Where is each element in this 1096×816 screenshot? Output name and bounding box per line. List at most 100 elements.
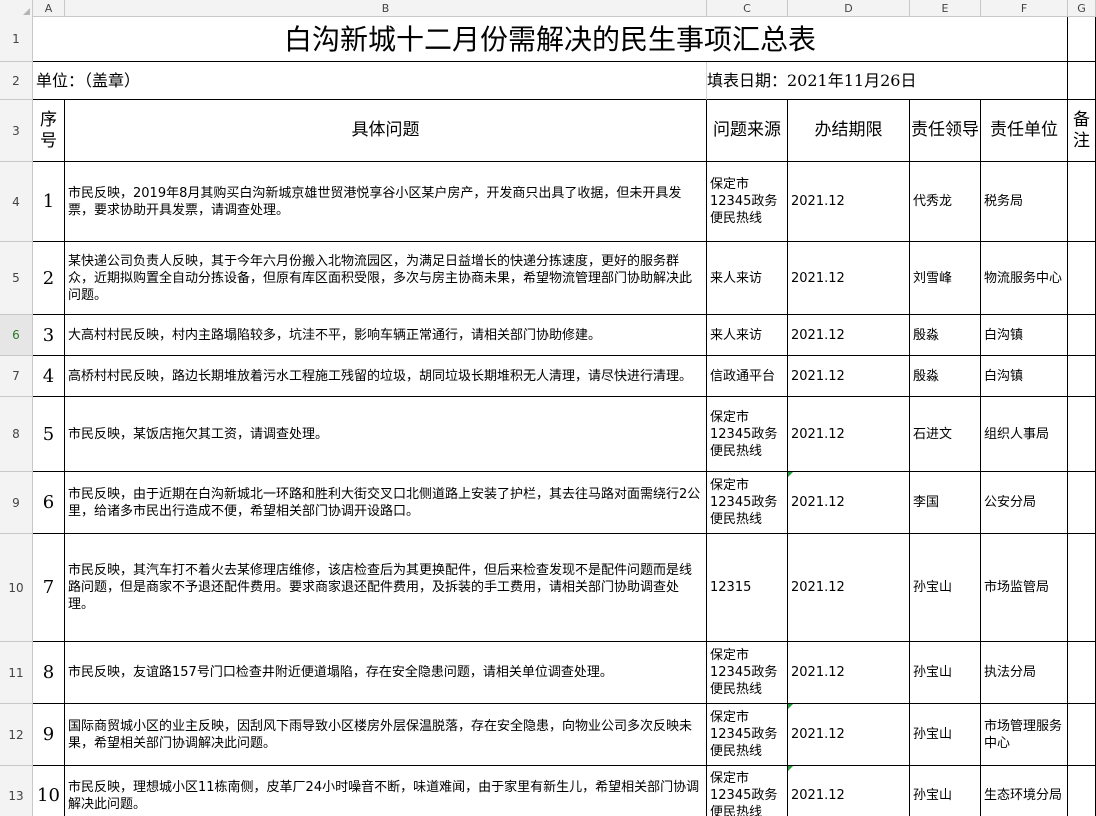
dept-cell[interactable]: 组织人事局 [981,397,1068,472]
note-cell[interactable] [1068,242,1096,315]
cell-g1[interactable] [1068,17,1096,62]
deadline-cell[interactable]: 2021.12 [788,534,910,642]
row-header-2[interactable]: 2 [0,62,33,100]
dept-cell[interactable]: 白沟镇 [981,315,1068,356]
row-header-4[interactable]: 4 [0,162,33,242]
source-cell[interactable]: 保定市12345政务便民热线 [707,642,788,704]
header-seq[interactable]: 序号 [33,100,65,162]
note-cell[interactable] [1068,534,1096,642]
row-header-8[interactable]: 8 [0,397,33,472]
note-cell[interactable] [1068,315,1096,356]
issue-cell[interactable]: 市民反映，由于近期在白沟新城北一环路和胜利大街交叉口北侧道路上安装了护栏，其去往… [65,472,707,534]
header-source[interactable]: 问题来源 [707,100,788,162]
leader-cell[interactable]: 孙宝山 [910,704,981,766]
header-dept[interactable]: 责任单位 [981,100,1068,162]
deadline-cell[interactable]: 2021.12 [788,356,910,397]
dept-cell[interactable]: 市场监管局 [981,534,1068,642]
row-header-6[interactable]: 6 [0,315,33,356]
dept-cell[interactable]: 公安分局 [981,472,1068,534]
dept-cell[interactable]: 市场管理服务中心 [981,704,1068,766]
row-header-3[interactable]: 3 [0,100,33,162]
issue-cell[interactable]: 某快递公司负责人反映，其于今年六月份搬入北物流园区，为满足日益增长的快递分拣速度… [65,242,707,315]
deadline-cell[interactable]: 2021.12 [788,315,910,356]
issue-cell[interactable]: 市民反映，2019年8月其购买白沟新城京雄世贸港悦享谷小区某户房产，开发商只出具… [65,162,707,242]
row-seq[interactable]: 6 [33,472,65,534]
row-header-1[interactable]: 1 [0,17,33,62]
issue-cell[interactable]: 高桥村村民反映，路边长期堆放着污水工程施工残留的垃圾，胡同垃圾长期堆积无人清理，… [65,356,707,397]
note-cell[interactable] [1068,356,1096,397]
deadline-cell[interactable]: 2021.12 [788,162,910,242]
issue-cell[interactable]: 市民反映，理想城小区11栋南侧，皮革厂24小时噪音不断，味道难闻，由于家里有新生… [65,766,707,816]
row-seq[interactable]: 1 [33,162,65,242]
source-cell[interactable]: 保定市12345政务便民热线 [707,704,788,766]
header-issue[interactable]: 具体问题 [65,100,707,162]
source-cell[interactable]: 来人来访 [707,315,788,356]
row-seq[interactable]: 3 [33,315,65,356]
source-cell[interactable]: 保定市12345政务便民热线 [707,162,788,242]
dept-cell[interactable]: 生态环境分局 [981,766,1068,816]
column-header-f[interactable]: F [981,0,1068,17]
header-leader[interactable]: 责任领导 [910,100,981,162]
dept-cell[interactable]: 执法分局 [981,642,1068,704]
fill-date-label[interactable]: 填表日期：2021年11月26日 [707,62,1068,100]
row-header-7[interactable]: 7 [0,356,33,397]
deadline-cell[interactable]: 2021.12 [788,642,910,704]
row-seq[interactable]: 8 [33,642,65,704]
deadline-cell[interactable]: 2021.12 [788,472,910,534]
deadline-cell[interactable]: 2021.12 [788,704,910,766]
leader-cell[interactable]: 孙宝山 [910,534,981,642]
note-cell[interactable] [1068,472,1096,534]
deadline-cell[interactable]: 2021.12 [788,397,910,472]
column-header-a[interactable]: A [33,0,65,17]
note-cell[interactable] [1068,766,1096,816]
leader-cell[interactable]: 殷淼 [910,356,981,397]
select-all-corner[interactable] [0,0,33,17]
source-cell[interactable]: 保定市12345政务便民热线 [707,472,788,534]
source-cell[interactable]: 保定市12345政务便民热线 [707,397,788,472]
issue-cell[interactable]: 市民反映，某饭店拖欠其工资，请调查处理。 [65,397,707,472]
row-seq[interactable]: 7 [33,534,65,642]
column-header-b[interactable]: B [65,0,707,17]
column-header-e[interactable]: E [910,0,981,17]
leader-cell[interactable]: 代秀龙 [910,162,981,242]
dept-cell[interactable]: 物流服务中心 [981,242,1068,315]
issue-cell[interactable]: 国际商贸城小区的业主反映，因刮风下雨导致小区楼房外层保温脱落，存在安全隐患，向物… [65,704,707,766]
dept-cell[interactable]: 税务局 [981,162,1068,242]
row-seq[interactable]: 10 [33,766,65,816]
deadline-cell[interactable]: 2021.12 [788,242,910,315]
row-header-12[interactable]: 12 [0,704,33,766]
header-deadline[interactable]: 办结期限 [788,100,910,162]
row-seq[interactable]: 5 [33,397,65,472]
source-cell[interactable]: 信政通平台 [707,356,788,397]
issue-cell[interactable]: 市民反映，友谊路157号门口检查井附近便道塌陷，存在安全隐患问题，请相关单位调查… [65,642,707,704]
column-header-d[interactable]: D [788,0,910,17]
header-note[interactable]: 备注 [1068,100,1096,162]
row-seq[interactable]: 9 [33,704,65,766]
leader-cell[interactable]: 殷淼 [910,315,981,356]
row-header-9[interactable]: 9 [0,472,33,534]
source-cell[interactable]: 保定市12345政务便民热线 [707,766,788,816]
issue-cell[interactable]: 大高村村民反映，村内主路塌陷较多，坑洼不平，影响车辆正常通行，请相关部门协助修建… [65,315,707,356]
row-header-5[interactable]: 5 [0,242,33,315]
source-cell[interactable]: 来人来访 [707,242,788,315]
leader-cell[interactable]: 石进文 [910,397,981,472]
row-seq[interactable]: 2 [33,242,65,315]
row-header-11[interactable]: 11 [0,642,33,704]
unit-label[interactable]: 单位：（盖章） [33,62,707,100]
row-header-13[interactable]: 13 [0,766,33,816]
column-header-c[interactable]: C [707,0,788,17]
leader-cell[interactable]: 孙宝山 [910,766,981,816]
row-seq[interactable]: 4 [33,356,65,397]
note-cell[interactable] [1068,642,1096,704]
dept-cell[interactable]: 白沟镇 [981,356,1068,397]
cell-g2[interactable] [1068,62,1096,100]
leader-cell[interactable]: 刘雪峰 [910,242,981,315]
leader-cell[interactable]: 孙宝山 [910,642,981,704]
note-cell[interactable] [1068,397,1096,472]
deadline-cell[interactable]: 2021.12 [788,766,910,816]
issue-cell[interactable]: 市民反映，其汽车打不着火去某修理店维修，该店检查后为其更换配件，但后来检查发现不… [65,534,707,642]
note-cell[interactable] [1068,162,1096,242]
row-header-10[interactable]: 10 [0,534,33,642]
sheet-title[interactable]: 白沟新城十二月份需解决的民生事项汇总表 [33,17,1068,62]
column-header-g[interactable]: G [1068,0,1096,17]
